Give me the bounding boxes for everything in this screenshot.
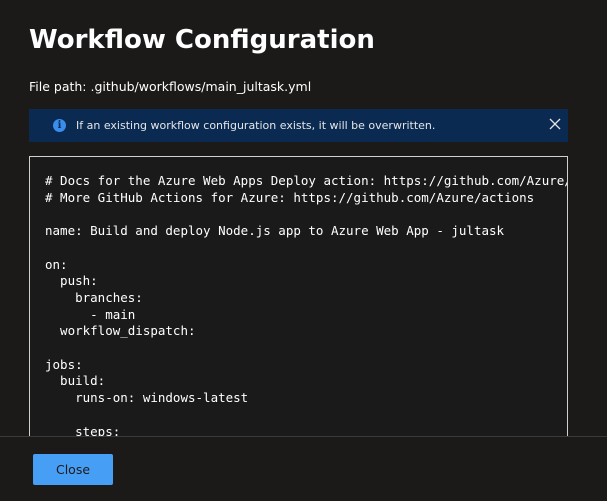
overwrite-warning-banner: i If an existing workflow configuration …: [29, 109, 568, 142]
workflow-code-viewer[interactable]: # Docs for the Azure Web Apps Deploy act…: [29, 156, 568, 456]
close-icon[interactable]: [548, 117, 562, 131]
close-button[interactable]: Close: [33, 454, 113, 485]
workflow-code-text: # Docs for the Azure Web Apps Deploy act…: [45, 173, 567, 439]
file-path-label: File path: .github/workflows/main_jultas…: [29, 79, 312, 94]
info-icon: i: [53, 119, 66, 132]
dialog-title: Workflow Configuration: [29, 25, 375, 55]
dialog-footer: Close: [0, 436, 607, 501]
banner-message: If an existing workflow configuration ex…: [76, 119, 436, 132]
workflow-configuration-dialog: Workflow Configuration File path: .githu…: [0, 0, 607, 501]
